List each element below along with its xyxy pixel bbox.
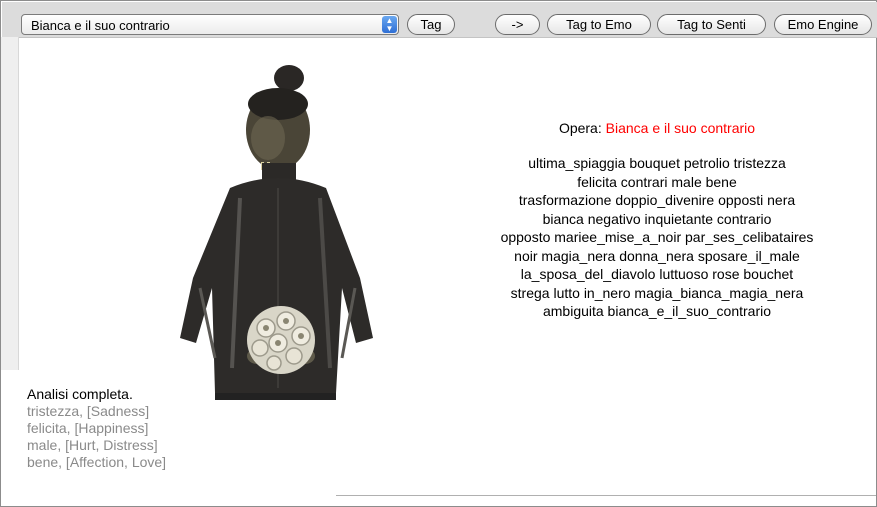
tag-line: strega lutto in_nero magia_bianca_magia_… xyxy=(510,284,804,301)
tag-line: ultima_spiaggia bouquet petrolio tristez… xyxy=(528,155,786,171)
analysis-result: bene, [Affection, Love] xyxy=(27,454,167,470)
toolbar: Bianca e il suo contrario ▲ ▼ Tag -> Tag … xyxy=(2,2,877,38)
tag-line: la_sposa_del_diavolo luttuoso rose bouch… xyxy=(520,266,794,282)
tag-line: trasformazione doppio_divenire opposti n… xyxy=(518,192,796,208)
arrow-button[interactable]: -> xyxy=(495,14,540,35)
opera-title: Bianca e il suo contrario xyxy=(605,120,756,136)
analysis-panel: Analisi completa. tristezza, [Sadness] f… xyxy=(27,386,166,471)
tag-cloud: ultima_spiaggia bouquet petrolio tristez… xyxy=(437,154,877,321)
app-window: Bianca e il suo contrario ▲ ▼ Tag -> Tag … xyxy=(0,0,877,507)
tag-line: ambiguita bianca_e_il_suo_contrario xyxy=(542,303,772,319)
tag-to-emo-button[interactable]: Tag to Emo xyxy=(547,14,651,35)
analysis-result: felicita, [Happiness] xyxy=(27,420,149,436)
tag-line: bianca negativo inquietante contrario xyxy=(542,210,772,227)
opera-select[interactable]: Bianca e il suo contrario ▲ ▼ xyxy=(21,14,399,35)
analysis-result: tristezza, [Sadness] xyxy=(27,403,150,419)
tag-line: felicita contrari male bene xyxy=(577,173,737,190)
opera-heading: Opera: Bianca e il suo contrario xyxy=(437,120,877,136)
opera-select-value: Bianca e il suo contrario xyxy=(31,18,170,33)
artwork-image xyxy=(180,65,373,400)
tag-button[interactable]: Tag xyxy=(407,14,455,35)
analysis-result: male, [Hurt, Distress] xyxy=(27,437,158,453)
divider xyxy=(336,495,876,496)
tag-line: opposto mariee_mise_a_noir par_ses_celib… xyxy=(500,229,814,245)
select-arrows-icon: ▲ ▼ xyxy=(382,16,397,33)
emo-engine-button[interactable]: Emo Engine xyxy=(774,14,872,35)
tag-line: noir magia_nera donna_nera sposare_il_ma… xyxy=(514,247,800,264)
tag-to-senti-button[interactable]: Tag to Senti xyxy=(657,14,766,35)
opera-label: Opera: xyxy=(558,120,602,136)
left-panel-edge xyxy=(1,37,19,370)
analysis-status: Analisi completa. xyxy=(27,386,133,402)
